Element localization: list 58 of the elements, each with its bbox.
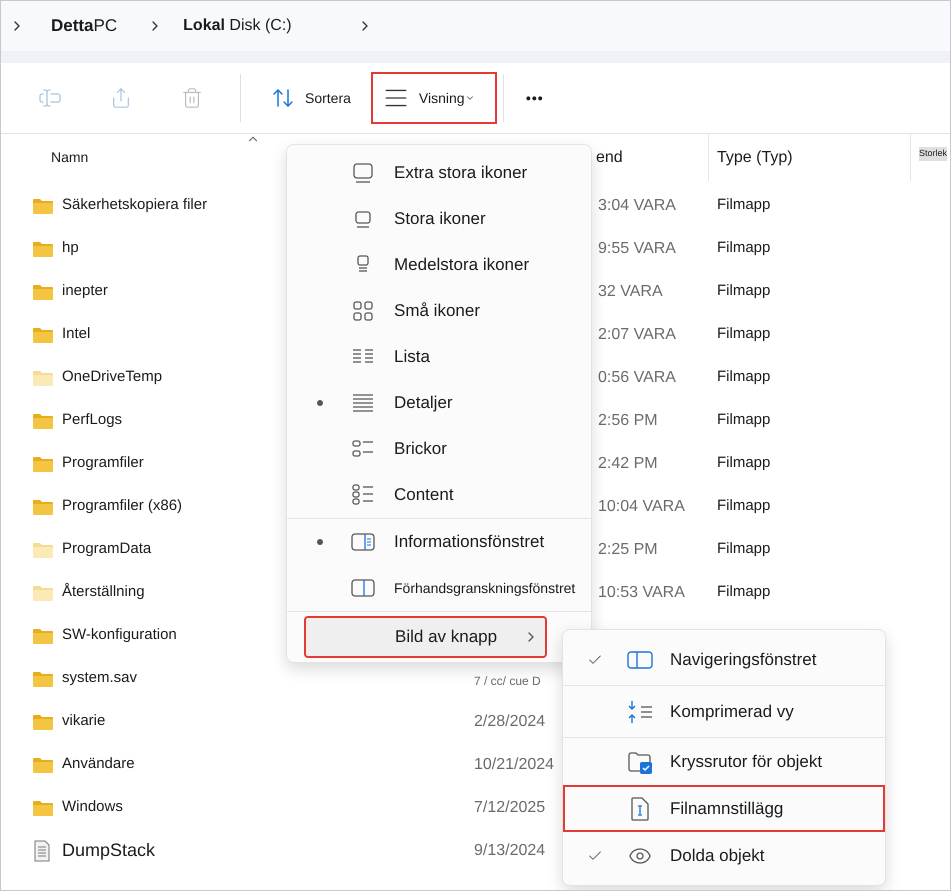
date-cell: 2:25 PM (598, 540, 658, 558)
date-cell: 2/28/2024 (474, 712, 546, 730)
date-cell: 3:04 VARA (598, 196, 676, 214)
breadcrumb-item[interactable]: Lokal Disk (C:) (183, 14, 292, 38)
trash-icon (181, 87, 203, 109)
file-name[interactable]: vikarie (62, 710, 472, 733)
column-header[interactable]: Storlek (919, 147, 948, 160)
sort-button[interactable]: Sortera (259, 72, 363, 124)
type-cell-text: Filmapp (717, 453, 770, 474)
breadcrumb-item[interactable]: DettaPC (51, 13, 118, 39)
date-cell: 9/13/2024 (474, 842, 546, 858)
column-header[interactable]: Type (Typ) (717, 146, 910, 170)
menu-item[interactable]: Content (287, 472, 591, 518)
date-cell: 10:04 VARA (598, 498, 685, 514)
date-cell: 9:55 VARA (598, 240, 676, 256)
date-cell: 10/21/2024 (474, 756, 554, 772)
column-header[interactable]: end (596, 146, 708, 170)
menu-item[interactable]: Stora ikoner (287, 196, 591, 242)
menu-item[interactable]: Komprimerad vy (563, 686, 885, 737)
date-cell: 7/12/2025 (474, 798, 546, 816)
file-name[interactable]: Användare (62, 753, 472, 776)
menu-item[interactable]: Filnamnstillägg (563, 785, 885, 832)
content-icon (350, 483, 376, 507)
menu-item[interactable]: Extra stora ikoner (287, 150, 591, 196)
file-name[interactable]: Windows (62, 796, 472, 819)
date-cell: 32 VARA (598, 282, 663, 300)
file-name[interactable]: system.sav (62, 667, 472, 690)
menu-item[interactable]: Bild av knapp (304, 616, 547, 658)
date-cell-text: 7 / cc/ cue D (474, 673, 541, 690)
menu-item[interactable]: Förhandsgranskningsfönstret (287, 565, 591, 611)
type-cell-text: Filmapp (717, 238, 770, 258)
type-cell-text: Filmapp (717, 281, 770, 302)
more-button[interactable]: ••• (516, 78, 554, 118)
menu-item[interactable]: Små ikoner (287, 288, 591, 334)
view-button[interactable]: Visning (370, 72, 497, 124)
menu-item[interactable]: Lista (287, 334, 591, 380)
menu-item[interactable]: Kryssrutor för objekt (563, 738, 885, 785)
date-cell: 2:07 VARA (598, 326, 676, 342)
type-cell-text: Filmapp (717, 367, 770, 388)
date-cell: 0:56 VARA (598, 368, 676, 386)
date-cell: 2:56 PM (598, 412, 658, 428)
share-icon (110, 87, 132, 109)
type-cell-text: Filmapp (717, 496, 770, 516)
type-cell-text: Filmapp (717, 195, 770, 216)
type-cell-text: Filmapp (717, 410, 770, 430)
menu-item[interactable]: Detaljer (287, 380, 591, 426)
date-cell: 10:53 VARA (598, 584, 685, 600)
date-cell: 2:42 PM (598, 454, 658, 472)
menu-item[interactable]: Navigeringsfönstret (563, 634, 885, 685)
menu-item[interactable]: Brickor (287, 426, 591, 472)
file-name[interactable]: DumpStack (62, 837, 472, 864)
type-cell-text: Filmapp (717, 539, 770, 560)
type-cell-text: Filmapp (717, 324, 770, 344)
menu-item[interactable]: Dolda objekt (563, 832, 885, 879)
menu-item[interactable]: Informationsfönstret (287, 519, 591, 565)
type-cell-text: Filmapp (717, 582, 770, 602)
compact-view-icon (626, 698, 654, 724)
menu-item[interactable]: Medelstora ikoner (287, 242, 591, 288)
